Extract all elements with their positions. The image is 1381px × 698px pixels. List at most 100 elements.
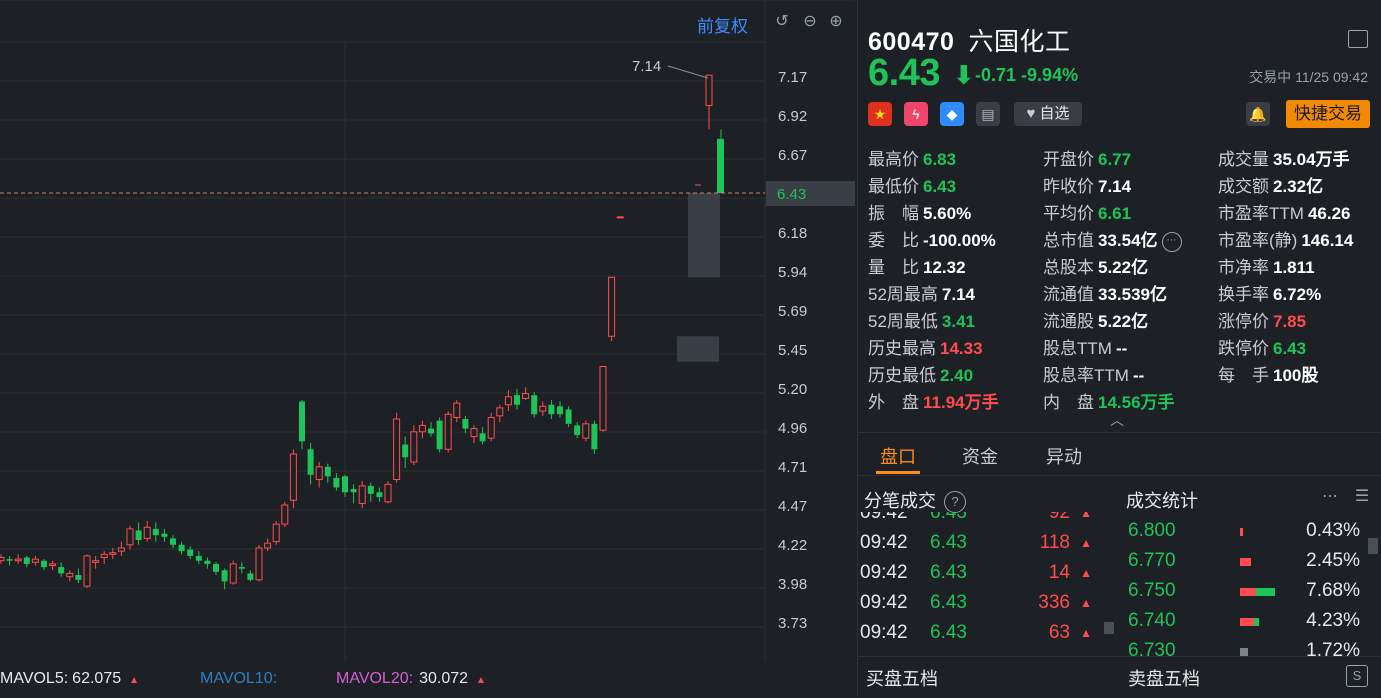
lightning-icon[interactable]: ϟ — [904, 102, 928, 126]
dist-pct: 2.45% — [1306, 550, 1360, 571]
stat-value: 6.61 — [1098, 204, 1132, 223]
restore-adjust-button[interactable]: 前复权 — [697, 12, 748, 37]
stat-value: 33.539亿 — [1098, 285, 1167, 304]
tick-row: 09:42 6.43 336 ▲ — [858, 592, 1108, 622]
candle-body — [66, 572, 74, 578]
dist-pct: 7.68% — [1306, 580, 1360, 601]
candle-body — [324, 466, 331, 477]
stat-label: 总市值 — [1043, 231, 1094, 250]
price-tick: 4.22 — [778, 537, 807, 554]
bell-icon[interactable]: 🔔 — [1246, 102, 1270, 126]
stat-value: 33.54亿 — [1098, 231, 1158, 250]
stat-item: 市盈率(静) 146.14 — [1218, 226, 1353, 251]
stat-item: 成交量 35.04万手 — [1218, 145, 1350, 170]
gap-box — [677, 336, 719, 362]
candle-body — [599, 366, 607, 431]
candle-body — [247, 573, 254, 580]
stat-value: 6.43 — [923, 177, 957, 196]
stat-label: 量 比 — [868, 258, 919, 277]
stat-value: 35.04万手 — [1273, 150, 1350, 169]
candle-body — [195, 555, 202, 561]
stat-label: 成交额 — [1218, 177, 1269, 196]
stat-label: 涨停价 — [1218, 312, 1269, 331]
zoom-in-icon[interactable]: ⊕ — [826, 12, 846, 32]
stat-value: -100.00% — [923, 231, 996, 250]
tab-funds[interactable]: 资金 — [962, 443, 998, 469]
add-watchlist-button[interactable]: ♥ 自选 — [1014, 102, 1082, 126]
orderbook-bar: 买盘五档 卖盘五档 S — [858, 656, 1381, 698]
candle-body — [229, 563, 237, 584]
price-tick: 4.96 — [778, 420, 807, 437]
stat-item: 换手率 6.72% — [1218, 280, 1321, 305]
more-icon[interactable]: ⋯ — [1161, 231, 1182, 252]
stat-label: 最高价 — [868, 150, 919, 169]
candle-body — [315, 466, 323, 481]
candle-body — [83, 555, 91, 587]
candle-body — [350, 489, 357, 493]
quick-trade-button[interactable]: 快捷交易 — [1286, 100, 1370, 128]
candle-body — [272, 523, 280, 543]
stat-label: 市净率 — [1218, 258, 1269, 277]
distribution-row: 6.770 2.45% — [1120, 550, 1381, 580]
stat-value: 6.77 — [1098, 150, 1132, 169]
last-price: 6.43 — [868, 52, 940, 94]
kline-chart[interactable]: 7.17 6.92 6.67 6.43 6.18 5.94 5.69 5.45 5.20 4.96… — [0, 0, 855, 697]
stat-value: 6.72% — [1273, 285, 1322, 304]
price-tick: 3.98 — [778, 576, 807, 593]
stat-item: 涨停价 7.85 — [1218, 307, 1306, 332]
stat-item: 开盘价 6.77 — [1043, 145, 1131, 170]
stat-value: 12.32 — [923, 258, 966, 277]
stat-label: 市盈率TTM — [1218, 204, 1304, 223]
stat-value: 7.85 — [1273, 312, 1307, 331]
candle-body — [531, 395, 538, 415]
mavol5: MAVOL5: 62.075 ▲ — [0, 670, 140, 687]
s-icon[interactable]: S — [1346, 665, 1368, 687]
candle-body — [479, 433, 486, 442]
tag-icon[interactable]: ◆ — [940, 102, 964, 126]
tab-pankou[interactable]: 盘口 — [880, 443, 916, 469]
candle-body — [376, 492, 383, 498]
ticks-title: 分笔成交? — [864, 487, 966, 514]
sell-five-label[interactable]: 卖盘五档 — [1128, 665, 1200, 691]
stat-value: 14.33 — [940, 339, 983, 358]
buy-five-label[interactable]: 买盘五档 — [866, 665, 938, 691]
distribution-scrollbar[interactable] — [1368, 538, 1378, 554]
sell-bar — [1253, 618, 1260, 626]
stat-value: 5.22亿 — [1098, 258, 1149, 277]
layout-icon[interactable] — [1348, 30, 1368, 48]
buy-bar — [1240, 558, 1252, 566]
tick-scrollbar[interactable] — [1104, 622, 1114, 634]
stat-item: 历史最低 2.40 — [868, 361, 973, 386]
tab-changes[interactable]: 异动 — [1046, 443, 1082, 469]
collapse-chevron-icon[interactable]: ︿ — [1110, 410, 1124, 430]
note-icon[interactable]: ▤ — [976, 102, 1000, 126]
more-icon[interactable]: ⋯ — [1320, 487, 1340, 507]
candle-body — [470, 428, 478, 438]
stat-item: 股息率TTM -- — [1043, 361, 1144, 386]
candle-body — [717, 138, 724, 193]
candle-body — [548, 404, 555, 415]
zoom-out-icon[interactable]: ⊖ — [800, 12, 820, 32]
tick-row: 09:42 6.43 92 ▲ — [858, 512, 1108, 532]
candle-body — [616, 216, 624, 219]
tick-volume: 336 — [1038, 592, 1070, 613]
price-change: -0.71 -9.94% — [975, 65, 1079, 85]
kline-canvas[interactable]: 7.17 6.92 6.67 6.43 6.18 5.94 5.69 5.45 5.20 4.96… — [0, 0, 855, 662]
tick-list[interactable]: 09:42 6.43 92 ▲ 09:42 6.43 118 ▲ 09:42 6.43 14 ▲ 09:… — [858, 512, 1108, 654]
mavol10: MAVOL10: — [200, 670, 278, 687]
tick-volume: 92 — [1048, 512, 1070, 523]
tick-time: 09:42 — [860, 562, 908, 583]
list-icon[interactable]: ☰ — [1352, 487, 1372, 507]
candle-body — [582, 423, 590, 439]
stat-item: 总市值 33.54亿 ⋯ — [1043, 226, 1182, 252]
stat-label: 股息TTM — [1043, 339, 1112, 358]
stat-value: 100股 — [1273, 366, 1319, 385]
chart-bg — [0, 0, 855, 662]
dist-price: 6.750 — [1128, 580, 1176, 601]
candle-body — [393, 418, 401, 481]
candle-body — [255, 547, 263, 581]
help-icon[interactable]: ? — [944, 491, 966, 514]
deal-stats-title: 成交统计 — [1126, 491, 1198, 511]
candle-body — [333, 477, 340, 488]
reset-icon[interactable]: ↺ — [772, 12, 792, 32]
